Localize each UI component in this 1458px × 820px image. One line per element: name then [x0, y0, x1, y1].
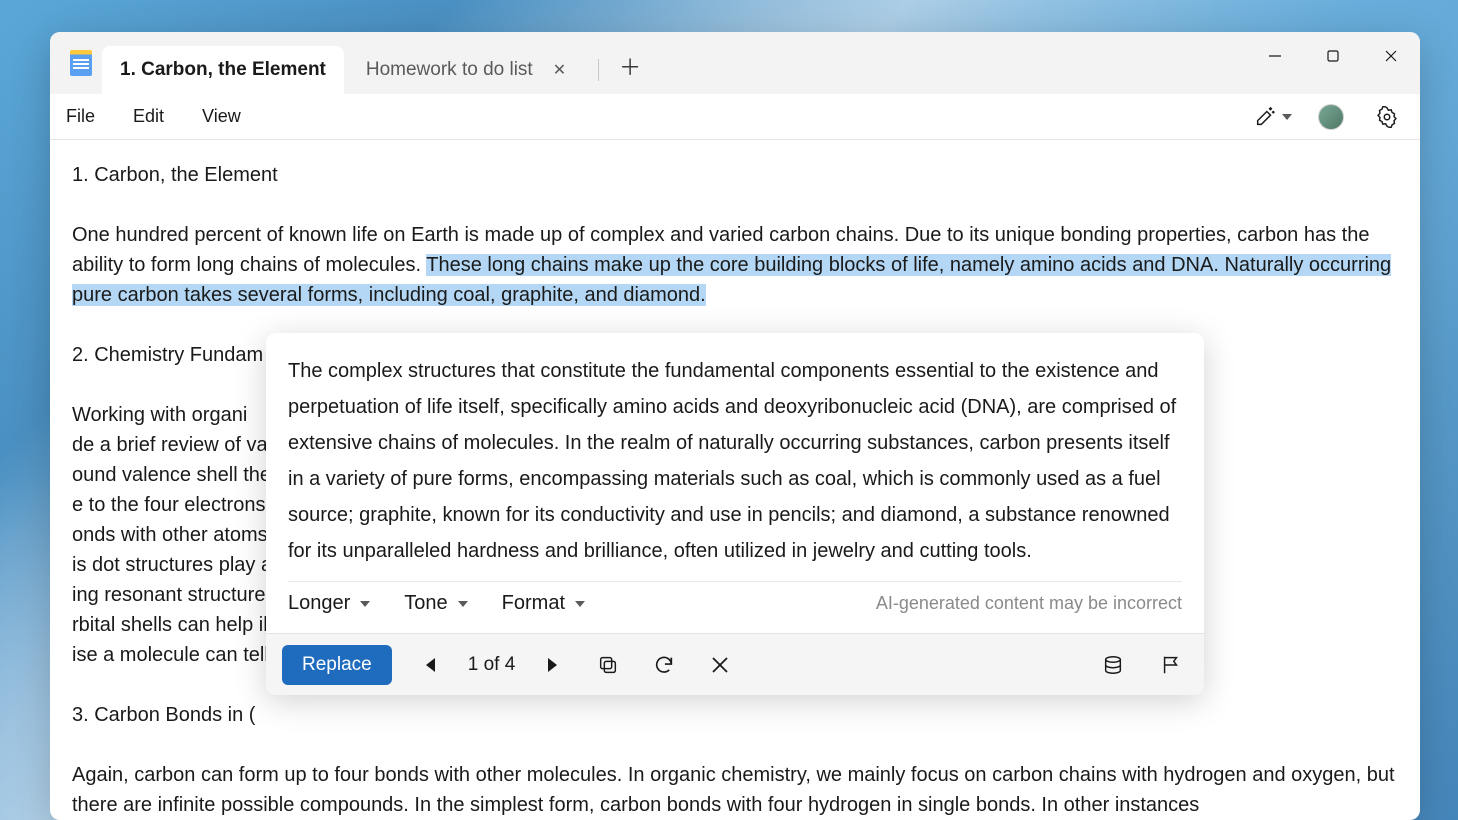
ai-options-row: Longer Tone Format AI-generated content … [288, 581, 1182, 633]
suggestion-nav: 1 of 4 [414, 648, 570, 682]
close-window-button[interactable] [1362, 32, 1420, 80]
tab-separator [598, 59, 599, 81]
option-format[interactable]: Format [502, 592, 585, 615]
tab-active-label: 1. Carbon, the Element [120, 59, 326, 81]
option-longer[interactable]: Longer [288, 592, 370, 615]
copy-button[interactable] [591, 648, 625, 682]
option-format-label: Format [502, 592, 565, 615]
new-tab-button[interactable]: ＋ [607, 50, 653, 82]
menu-edit[interactable]: Edit [133, 106, 164, 127]
titlebar: 1. Carbon, the Element Homework to do li… [50, 32, 1420, 94]
window-controls [1246, 32, 1420, 80]
history-icon[interactable] [1096, 648, 1130, 682]
chevron-down-icon [458, 601, 468, 607]
menubar: File Edit View [50, 94, 1420, 140]
heading-3: 3. Carbon Bonds in ( [72, 700, 1398, 730]
paragraph-3: Again, carbon can form up to four bonds … [72, 760, 1398, 820]
menubar-right [1254, 100, 1404, 134]
ai-footer-right [1096, 648, 1188, 682]
option-longer-label: Longer [288, 592, 350, 615]
tab-inactive[interactable]: Homework to do list ✕ [348, 46, 590, 94]
option-tone[interactable]: Tone [404, 592, 467, 615]
menu-file[interactable]: File [66, 106, 95, 127]
minimize-button[interactable] [1246, 32, 1304, 80]
menu-view[interactable]: View [202, 106, 241, 127]
regenerate-button[interactable] [647, 648, 681, 682]
ai-disclaimer: AI-generated content may be incorrect [876, 593, 1182, 614]
ai-suggestion-text: The complex structures that constitute t… [266, 333, 1204, 581]
paragraph-1: One hundred percent of known life on Ear… [72, 220, 1398, 310]
maximize-button[interactable] [1304, 32, 1362, 80]
option-tone-label: Tone [404, 592, 447, 615]
ai-footer: Replace 1 of 4 [266, 633, 1204, 695]
replace-button[interactable]: Replace [282, 645, 392, 685]
heading-1: 1. Carbon, the Element [72, 160, 1398, 190]
chevron-down-icon [360, 601, 370, 607]
ai-rewrite-button[interactable] [1254, 106, 1292, 128]
chevron-down-icon [575, 601, 585, 607]
notepad-app-icon [70, 50, 92, 76]
tab-inactive-label: Homework to do list [366, 59, 533, 81]
suggestion-counter: 1 of 4 [468, 654, 516, 676]
user-avatar[interactable] [1318, 104, 1344, 130]
next-suggestion-button[interactable] [535, 648, 569, 682]
chevron-down-icon [1282, 114, 1292, 120]
ai-rewrite-popup: The complex structures that constitute t… [266, 333, 1204, 695]
flag-icon[interactable] [1154, 648, 1188, 682]
prev-suggestion-button[interactable] [414, 648, 448, 682]
tab-active[interactable]: 1. Carbon, the Element [102, 46, 344, 94]
settings-button[interactable] [1370, 100, 1404, 134]
dismiss-button[interactable] [703, 648, 737, 682]
close-tab-icon[interactable]: ✕ [547, 56, 572, 84]
